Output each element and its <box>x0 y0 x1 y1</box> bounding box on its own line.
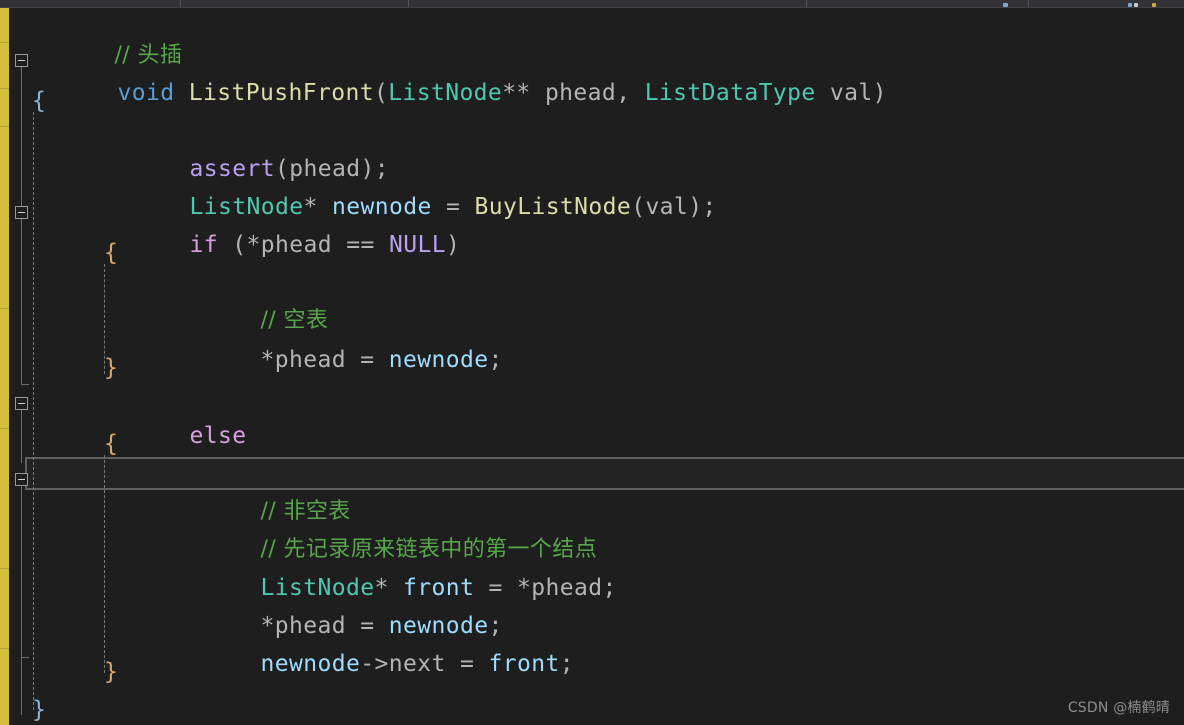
fold-toggle-block[interactable] <box>15 473 28 486</box>
keyword-void: void <box>117 80 175 106</box>
fold-rail <box>21 60 22 208</box>
toolbar-icon[interactable] <box>1134 3 1138 7</box>
fold-rail <box>21 479 22 657</box>
param-val: val <box>645 194 689 220</box>
watermark: CSDN @楠鹤晴 <box>1067 700 1170 716</box>
fold-rail <box>21 403 22 463</box>
fold-end-tick <box>21 657 29 658</box>
toolbar-icon[interactable] <box>1003 3 1008 7</box>
function-buylistnode: BuyListNode <box>474 194 632 220</box>
fold-rail <box>21 212 22 384</box>
fold-rail <box>21 657 22 715</box>
toolbar-separator <box>180 0 181 7</box>
var-front: front <box>488 651 560 677</box>
fold-end-tick <box>21 384 29 385</box>
code-line: newnode->next = front; <box>260 651 574 677</box>
code-line: { <box>104 431 119 457</box>
toolbar-strip[interactable] <box>0 0 1184 8</box>
code-line: } <box>32 697 47 723</box>
code-line: { <box>104 240 119 266</box>
code-line: } <box>104 659 119 685</box>
param-val: val <box>829 80 873 106</box>
keyword-if: if <box>189 232 218 258</box>
toolbar-separator <box>806 0 807 7</box>
param-phead: phead <box>544 80 617 106</box>
toolbar-icon[interactable] <box>1128 3 1132 7</box>
code-editor-window: // 头插 void ListPushFront(ListNode** phea… <box>0 0 1184 725</box>
null-macro: NULL <box>388 232 446 258</box>
param-phead: phead <box>274 347 346 373</box>
fold-toggle-if[interactable] <box>15 206 28 219</box>
unsaved-changes-bar <box>0 8 9 725</box>
fold-toggle-else[interactable] <box>15 397 28 410</box>
toolbar-icon[interactable] <box>1152 3 1156 7</box>
function-name: ListPushFront <box>188 80 374 106</box>
var-newnode: newnode <box>260 651 361 677</box>
fold-toggle-function[interactable] <box>15 54 28 67</box>
type-listdatatype: ListDataType <box>644 80 816 106</box>
member-next: next <box>388 651 446 677</box>
toolbar-separator <box>408 0 409 7</box>
var-newnode: newnode <box>388 347 489 373</box>
param-phead: phead <box>260 232 332 258</box>
code-line: { <box>32 88 47 114</box>
keyword-else: else <box>189 423 247 449</box>
indent-guide <box>104 455 105 673</box>
editor-text-area[interactable]: // 头插 void ListPushFront(ListNode** phea… <box>9 8 1184 725</box>
type-listnode: ListNode <box>388 80 503 106</box>
toolbar-separator <box>1028 0 1029 7</box>
indent-guide <box>33 112 34 710</box>
param-phead: phead <box>531 575 603 601</box>
code-line: } <box>104 355 119 381</box>
